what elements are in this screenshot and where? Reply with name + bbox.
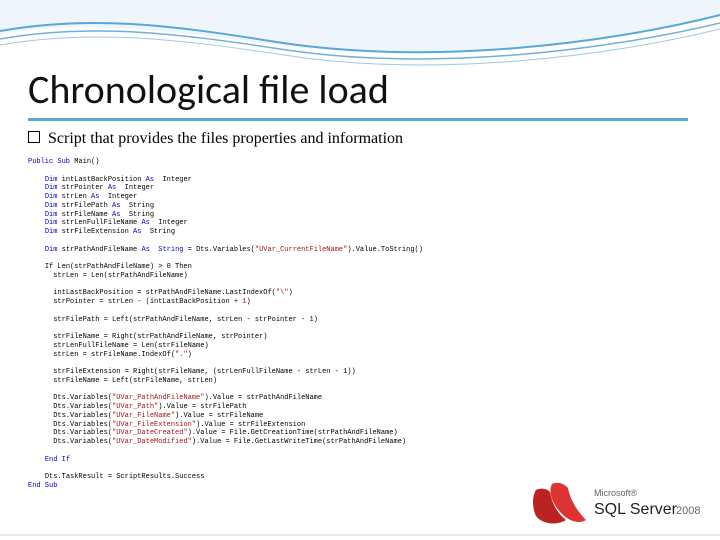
- slide-title: Chronological file load: [28, 70, 389, 110]
- svg-text:2008: 2008: [676, 505, 700, 517]
- presentation-slide: Chronological file load Script that prov…: [0, 0, 720, 540]
- bullet-label: Script that provides the files propertie…: [48, 130, 403, 147]
- footer-divider: [0, 534, 720, 536]
- svg-text:Microsoft®: Microsoft®: [594, 488, 638, 498]
- svg-text:SQL Server: SQL Server: [594, 501, 678, 518]
- title-underline: [28, 118, 688, 121]
- code-block: Public Sub Main() Dim intLastBackPositio…: [28, 158, 692, 491]
- bullet-text: Script that provides the files propertie…: [28, 130, 403, 148]
- bullet-box-icon: [28, 131, 40, 143]
- sql-server-logo: Microsoft® SQL Server 2008: [528, 478, 708, 530]
